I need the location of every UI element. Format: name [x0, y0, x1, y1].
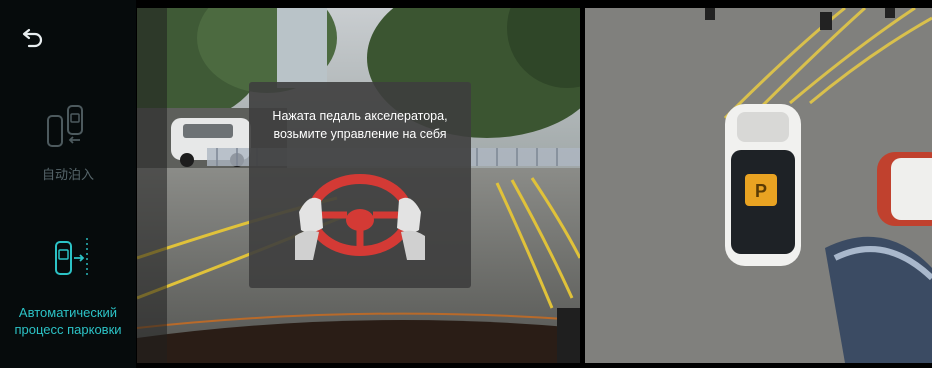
birdseye-scene: P [585, 8, 932, 363]
mode-auto-park-in[interactable]: 自动泊入 [0, 100, 136, 183]
back-button[interactable] [20, 24, 48, 52]
back-arrow-icon [22, 28, 43, 48]
parking-screen: 自动泊入 Автоматический процесс парковки P Н… [0, 0, 932, 368]
birdseye-view: P [585, 8, 932, 363]
takeover-alert: Нажата педаль акселератора, возьмите упр… [249, 82, 471, 288]
steering-wheel-hands-icon [295, 174, 425, 260]
svg-text:P: P [755, 181, 767, 201]
park-out-icon [55, 238, 88, 278]
ego-car: P [725, 104, 801, 266]
mode-auto-park-in-label: 自动泊入 [41, 167, 94, 182]
park-in-icon [47, 105, 83, 147]
alert-message-line-1: Нажата педаль акселератора, [272, 109, 448, 123]
mode-auto-park-process[interactable]: Автоматический процесс парковки [0, 228, 136, 338]
sidebar: 自动泊入 Автоматический процесс парковки [0, 0, 136, 368]
alert-message: Нажата педаль акселератора, возьмите упр… [249, 107, 471, 143]
alert-message-line-2: возьмите управление на себя [273, 127, 447, 141]
mode-label-line-2: процесс парковки [14, 322, 122, 337]
mode-auto-park-process-label: Автоматический процесс парковки [0, 304, 136, 338]
mode-label-line-1: Автоматический [18, 305, 118, 320]
